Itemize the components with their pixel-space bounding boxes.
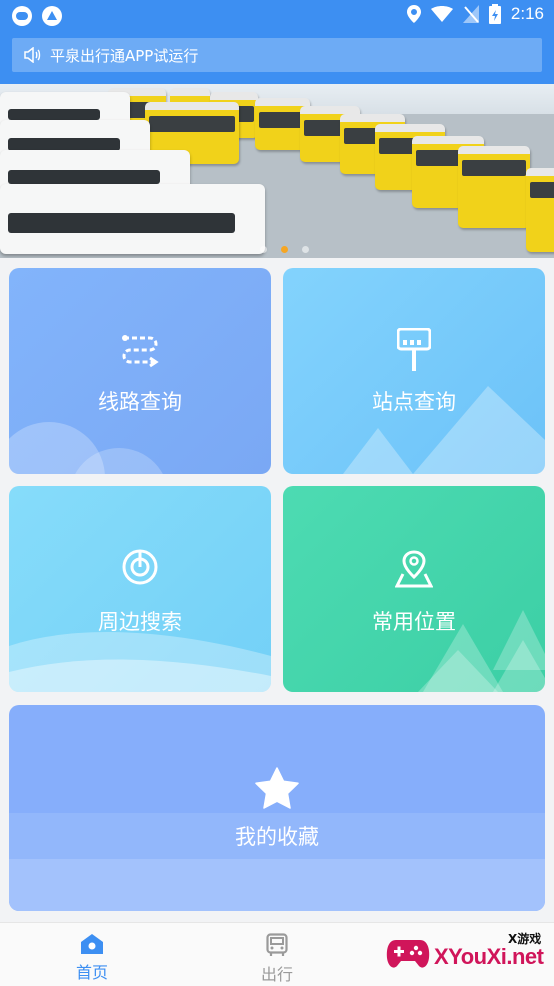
nearby-search-card[interactable]: 周边搜索 bbox=[9, 486, 271, 692]
status-bar: 2:16 bbox=[0, 0, 554, 32]
battery-icon bbox=[488, 4, 501, 24]
status-time: 2:16 bbox=[510, 4, 544, 23]
favorites-label: 我的收藏 bbox=[235, 825, 319, 849]
common-places-card[interactable]: 常用位置 bbox=[283, 486, 545, 692]
common-places-label: 常用位置 bbox=[372, 610, 456, 634]
carousel-indicator bbox=[260, 246, 309, 253]
location-icon bbox=[406, 5, 421, 23]
notification-icon bbox=[12, 6, 32, 26]
carousel-dot[interactable] bbox=[260, 246, 267, 253]
carousel-dot[interactable] bbox=[302, 246, 309, 253]
favorites-card[interactable]: 我的收藏 bbox=[9, 705, 545, 911]
location-pin-icon bbox=[395, 550, 433, 588]
banner-carousel[interactable] bbox=[0, 84, 554, 258]
gamepad-logo-icon bbox=[386, 940, 430, 968]
home-icon bbox=[81, 934, 103, 954]
watermark: X游戏 XYouXi.net bbox=[384, 928, 550, 984]
tab-home-label: 首页 bbox=[75, 963, 108, 982]
tab-travel[interactable]: 出行 bbox=[217, 923, 337, 986]
route-query-card[interactable]: 线路查询 bbox=[9, 268, 271, 474]
radar-icon bbox=[122, 549, 158, 585]
banner-bus-white bbox=[0, 184, 265, 254]
tab-travel-label: 出行 bbox=[260, 965, 293, 984]
card-decoration bbox=[9, 859, 545, 911]
route-icon bbox=[122, 335, 159, 368]
tab-home[interactable]: 首页 bbox=[32, 923, 152, 986]
notice-text: 平泉出行通APP试运行 bbox=[50, 46, 199, 65]
bus-icon bbox=[266, 933, 288, 956]
bus-stop-icon bbox=[397, 328, 431, 371]
status-left-icons bbox=[12, 6, 62, 26]
no-signal-icon bbox=[462, 5, 479, 23]
station-query-label: 站点查询 bbox=[372, 390, 456, 414]
wifi-icon bbox=[430, 6, 453, 22]
card-decoration bbox=[343, 386, 545, 474]
nearby-search-label: 周边搜索 bbox=[98, 610, 182, 634]
route-query-label: 线路查询 bbox=[98, 390, 182, 414]
banner-bus bbox=[526, 168, 554, 252]
star-icon bbox=[255, 767, 299, 809]
watermark-brand-text: XYouXi.net bbox=[434, 944, 544, 969]
banner-bus bbox=[458, 146, 530, 228]
notice-bar[interactable]: 平泉出行通APP试运行 bbox=[12, 38, 542, 72]
app-icon bbox=[42, 6, 62, 26]
status-right-icons: 2:16 bbox=[406, 4, 544, 24]
carousel-dot-active[interactable] bbox=[281, 246, 288, 253]
station-query-card[interactable]: 站点查询 bbox=[283, 268, 545, 474]
speaker-icon bbox=[24, 47, 41, 63]
